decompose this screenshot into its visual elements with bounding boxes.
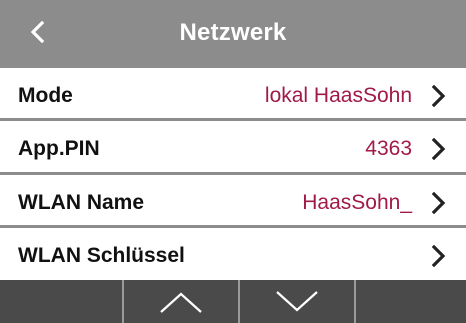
header-bar: Netzwerk [0, 0, 466, 65]
chevron-down-icon [276, 290, 318, 311]
row-label: WLAN Name [18, 190, 145, 214]
row-label: Mode [18, 83, 73, 107]
chevron-up-icon [160, 292, 202, 313]
chevron-right-icon [428, 137, 450, 161]
network-settings-screen: Netzwerk Mode lokal HaasSohn App.PIN 436… [0, 0, 466, 323]
page-title: Netzwerk [179, 18, 287, 46]
chevron-left-icon [30, 21, 44, 43]
chevron-right-icon [428, 84, 450, 108]
footer-button-blank-left[interactable] [0, 280, 124, 323]
scroll-down-button[interactable] [240, 280, 356, 323]
back-button[interactable] [22, 16, 52, 48]
footer-bar [0, 280, 466, 323]
row-value: 4363 [365, 136, 412, 160]
footer-button-blank-right[interactable] [356, 280, 466, 323]
row-value: lokal HaasSohn [264, 83, 412, 107]
row-label: WLAN Schlüssel [18, 243, 185, 267]
chevron-right-icon [428, 191, 450, 215]
row-wlan-key[interactable]: WLAN Schlüssel [0, 225, 466, 283]
scroll-up-button[interactable] [124, 280, 240, 323]
row-label: App.PIN [18, 136, 100, 160]
row-wlan-name[interactable]: WLAN Name HaasSohn_ [0, 172, 466, 230]
row-app-pin[interactable]: App.PIN 4363 [0, 118, 466, 176]
chevron-right-icon [428, 244, 450, 268]
row-mode[interactable]: Mode lokal HaasSohn [0, 65, 466, 123]
row-value: HaasSohn_ [302, 190, 412, 214]
